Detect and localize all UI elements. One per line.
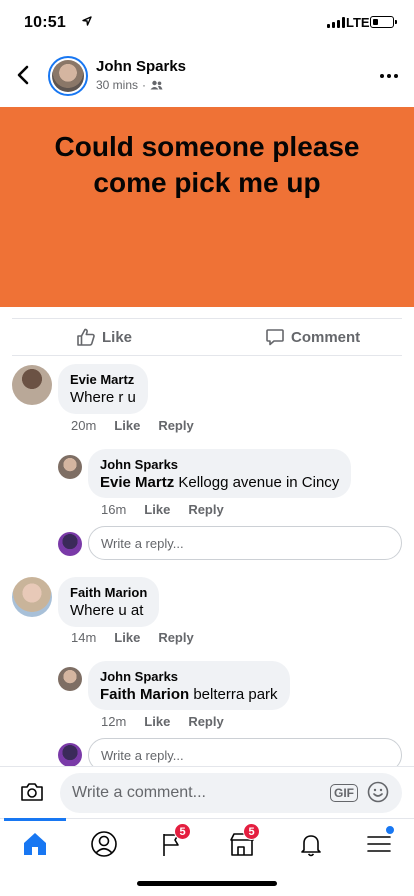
comment-like-button[interactable]: Like — [114, 418, 140, 433]
my-avatar — [58, 532, 82, 556]
gif-button[interactable]: GIF — [330, 784, 358, 802]
commenter-avatar[interactable] — [12, 577, 52, 617]
my-avatar — [58, 743, 82, 767]
reply-avatar[interactable] — [58, 455, 82, 479]
author-avatar[interactable] — [48, 56, 88, 96]
post-time: 30 mins — [96, 78, 139, 92]
network-label: LTE — [346, 15, 370, 30]
reply-mention[interactable]: Evie Martz — [100, 474, 174, 491]
post-meta: 30 mins · — [96, 78, 163, 92]
comment-composer: Write a comment... GIF — [0, 766, 414, 818]
reply-bubble: John Sparks Faith Marion belterra park — [88, 661, 290, 710]
friends-icon — [150, 80, 163, 90]
camera-icon[interactable] — [20, 781, 44, 803]
comment-like-button[interactable]: Like — [114, 630, 140, 645]
post-content: Could someone please come pick me up — [0, 107, 414, 307]
comment-bubble: Evie Martz Where r u — [58, 364, 148, 414]
reply-author-name[interactable]: John Sparks — [100, 669, 278, 684]
reply-text: Evie Martz Kellogg avenue in Cincy — [100, 474, 340, 491]
comment-icon — [266, 329, 284, 346]
status-time: 10:51 — [24, 14, 66, 31]
more-options-icon[interactable] — [380, 74, 398, 78]
comment-meta: 20m Like Reply — [71, 418, 194, 433]
like-button[interactable]: Like — [76, 327, 132, 347]
reply-input[interactable]: Write a reply... — [88, 526, 402, 560]
reply-meta: 16m Like Reply — [101, 502, 224, 517]
reply-mention[interactable]: Faith Marion — [100, 686, 189, 703]
tab-home[interactable] — [4, 818, 66, 859]
comment-text: Where u at — [70, 602, 144, 619]
author-name[interactable]: John Sparks — [96, 58, 186, 75]
comment-meta: 14m Like Reply — [71, 630, 194, 645]
notification-badge: 5 — [243, 823, 260, 840]
reply-avatar[interactable] — [58, 667, 82, 691]
comment-reply-button[interactable]: Reply — [158, 630, 193, 645]
reply-meta: 12m Like Reply — [101, 714, 224, 729]
post-text: Could someone please come pick me up — [54, 131, 360, 198]
comment-reply-button[interactable]: Reply — [158, 418, 193, 433]
emoji-icon[interactable] — [367, 781, 389, 803]
comment-text: Where r u — [70, 389, 136, 406]
status-bar: 10:51 LTE — [0, 0, 414, 46]
signal-icon — [327, 17, 345, 28]
thumbs-up-icon — [77, 328, 95, 346]
tab-marketplace[interactable]: 5 — [227, 823, 260, 859]
reply-bubble: John Sparks Evie Martz Kellogg avenue in… — [88, 449, 352, 498]
menu-dot — [385, 825, 395, 835]
bell-icon — [301, 835, 321, 857]
reply-like-button[interactable]: Like — [144, 502, 170, 517]
comment-label: Comment — [291, 328, 361, 346]
reply-author-name[interactable]: John Sparks — [100, 457, 339, 472]
location-arrow-icon — [82, 16, 92, 26]
tab-pages[interactable]: 5 — [158, 823, 191, 859]
like-label: Like — [102, 328, 133, 346]
tab-profile[interactable] — [89, 829, 119, 859]
post-header: John Sparks 30 mins · — [0, 46, 414, 106]
battery-icon — [370, 16, 397, 28]
reply-time: 12m — [101, 714, 127, 729]
reply-like-button[interactable]: Like — [144, 714, 170, 729]
comment-time: 20m — [71, 418, 97, 433]
home-icon — [24, 833, 46, 855]
tab-notifications[interactable] — [296, 829, 326, 859]
reply-time: 16m — [101, 502, 127, 517]
comment-button[interactable]: Comment — [265, 327, 360, 347]
tab-bar: 5 5 — [0, 818, 414, 866]
commenter-name[interactable]: Evie Martz — [70, 372, 136, 387]
home-indicator — [137, 881, 277, 886]
post-actions: Like Comment — [12, 318, 402, 356]
commenter-name[interactable]: Faith Marion — [70, 585, 147, 600]
profile-icon — [91, 831, 117, 857]
commenter-avatar[interactable] — [12, 365, 52, 405]
comment-bubble: Faith Marion Where u at — [58, 577, 160, 627]
back-arrow-icon[interactable] — [16, 65, 30, 85]
tab-menu[interactable] — [364, 825, 395, 859]
reply-reply-button[interactable]: Reply — [188, 502, 223, 517]
reply-text: Faith Marion belterra park — [100, 686, 278, 703]
comment-time: 14m — [71, 630, 97, 645]
reply-reply-button[interactable]: Reply — [188, 714, 223, 729]
notification-badge: 5 — [174, 823, 191, 840]
